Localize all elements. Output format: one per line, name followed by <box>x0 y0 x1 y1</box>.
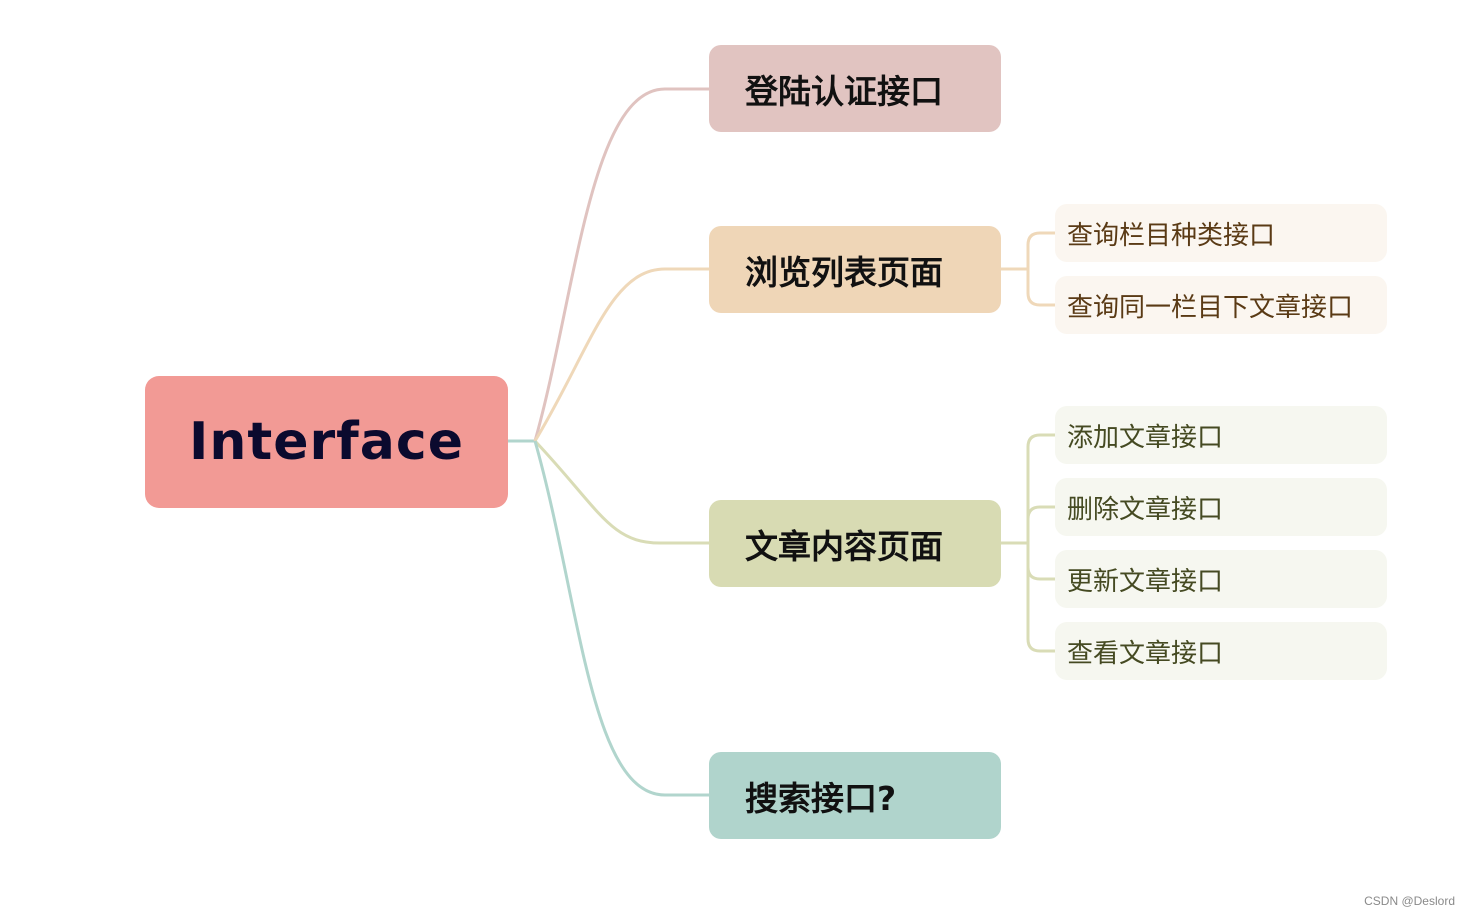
branch-node-login-auth[interactable]: 登陆认证接口 <box>709 45 1001 132</box>
leaf-label: 添加文章接口 <box>1067 422 1224 453</box>
leaf-label: 查看文章接口 <box>1067 638 1224 669</box>
leaf-label: 查询栏目种类接口 <box>1067 220 1276 251</box>
root-label: Interface <box>189 412 464 472</box>
branch-node-browse-list[interactable]: 浏览列表页面 <box>709 226 1001 313</box>
watermark: CSDN @Deslord <box>1364 894 1455 908</box>
connector-branch-0 <box>533 87 709 442</box>
root-node[interactable]: Interface <box>145 376 508 508</box>
leaf-node[interactable]: 查看文章接口 <box>1055 622 1387 680</box>
branch-label: 搜索接口? <box>745 778 897 818</box>
connector-branch-1 <box>533 267 709 442</box>
connector-leaves-2 <box>1001 433 1055 653</box>
leaf-label: 查询同一栏目下文章接口 <box>1067 292 1354 323</box>
branch-label: 浏览列表页面 <box>745 252 943 292</box>
leaf-node[interactable]: 删除文章接口 <box>1055 478 1387 536</box>
branch-label: 文章内容页面 <box>745 526 943 566</box>
branch-node-search[interactable]: 搜索接口? <box>709 752 1001 839</box>
branch-node-article-content[interactable]: 文章内容页面 <box>709 500 1001 587</box>
leaf-label: 更新文章接口 <box>1067 566 1224 597</box>
branch-label: 登陆认证接口 <box>745 71 943 111</box>
connector-branch-2 <box>533 439 709 545</box>
connector-leaves-1 <box>1001 231 1055 307</box>
connector-branch-3 <box>533 440 709 797</box>
leaf-label: 删除文章接口 <box>1067 494 1224 525</box>
leaf-node[interactable]: 查询同一栏目下文章接口 <box>1055 276 1387 334</box>
leaf-node[interactable]: 查询栏目种类接口 <box>1055 204 1387 262</box>
leaf-node[interactable]: 更新文章接口 <box>1055 550 1387 608</box>
leaf-node[interactable]: 添加文章接口 <box>1055 406 1387 464</box>
